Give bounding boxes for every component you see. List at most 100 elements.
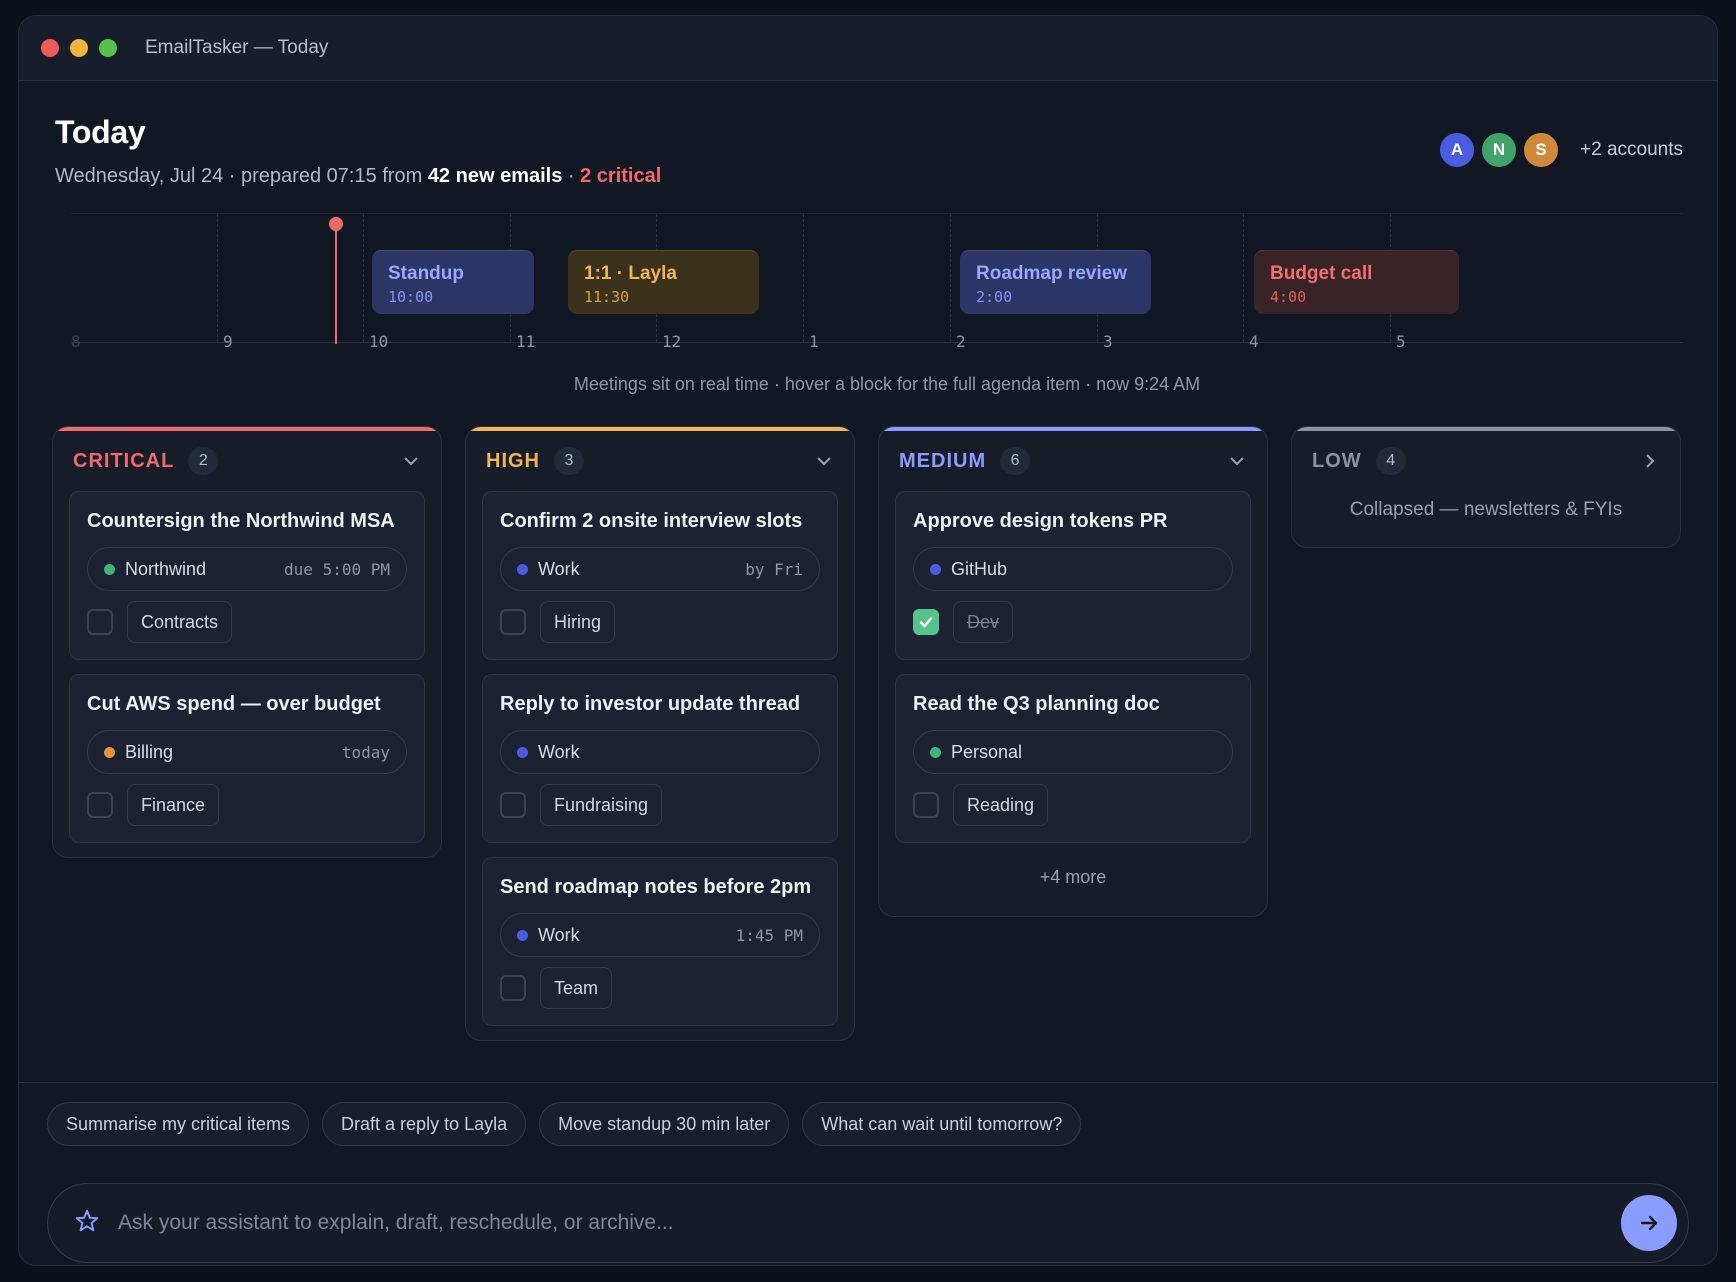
column-header[interactable]: CRITICAL 2 xyxy=(53,431,441,491)
meeting-time: 11:30 xyxy=(584,288,630,306)
subtitle-separator: · xyxy=(562,165,581,187)
task-checkbox[interactable] xyxy=(913,609,939,635)
accounts: A N S +2 accounts xyxy=(1434,131,1683,169)
window-title: EmailTasker — Today xyxy=(145,37,329,58)
source-dot xyxy=(930,746,941,758)
due-label: due 5:00 PM xyxy=(284,559,390,579)
task-checkbox[interactable] xyxy=(500,792,526,818)
meeting-time: 10:00 xyxy=(388,288,434,306)
page-header: Today Wednesday, Jul 24 · prepared 07:15… xyxy=(55,114,661,188)
task-title: Confirm 2 onsite interview slots xyxy=(500,510,803,532)
task-checkbox[interactable] xyxy=(87,792,113,818)
task-footer: Hiring xyxy=(500,601,820,643)
meeting-block[interactable]: 1:1 · Layla 11:30 xyxy=(568,250,759,314)
due-label: 1:45 PM xyxy=(735,925,803,945)
page-title: Today xyxy=(55,114,146,150)
chevron-down-icon[interactable] xyxy=(814,451,834,471)
subtitle-date: Wednesday, Jul 24 · prepared 07:15 from xyxy=(55,165,428,187)
source-pill[interactable]: Personal xyxy=(913,730,1233,774)
task-title: Cut AWS spend — over budget xyxy=(87,693,381,715)
category-tag[interactable]: Dev xyxy=(953,601,1014,643)
meeting-time: 4:00 xyxy=(1270,288,1307,306)
meeting-block[interactable]: Roadmap review 2:00 xyxy=(960,250,1151,314)
task-card[interactable]: Approve design tokens PR GitHub Dev xyxy=(895,491,1251,660)
category-tag[interactable]: Finance xyxy=(127,784,220,826)
source-pill[interactable]: GitHub xyxy=(913,547,1233,591)
hour-label: 4 xyxy=(1249,332,1259,351)
category-tag[interactable]: Hiring xyxy=(540,601,616,643)
due-label: by Fri xyxy=(745,559,803,579)
suggestion-chip[interactable]: Summarise my critical items xyxy=(47,1102,310,1146)
column-header[interactable]: MEDIUM 6 xyxy=(879,431,1267,491)
suggestion-chip[interactable]: Move standup 30 min later xyxy=(539,1102,790,1146)
source-label: Northwind xyxy=(125,558,207,579)
task-checkbox[interactable] xyxy=(500,975,526,1001)
column-count: 6 xyxy=(1000,447,1031,475)
task-card[interactable]: Confirm 2 onsite interview slots Work by F… xyxy=(482,491,838,660)
task-title: Countersign the Northwind MSA xyxy=(87,510,395,532)
hour-label: 12 xyxy=(662,332,682,351)
task-footer: Fundraising xyxy=(500,784,820,826)
hour-gridline xyxy=(803,214,804,342)
task-card[interactable]: Countersign the Northwind MSA Northwind du… xyxy=(69,491,425,660)
task-checkbox[interactable] xyxy=(87,609,113,635)
maximize-window-button[interactable] xyxy=(99,39,117,57)
chevron-down-icon[interactable] xyxy=(401,451,421,471)
task-checkbox[interactable] xyxy=(913,792,939,818)
meeting-name: Standup xyxy=(388,263,464,284)
hour-label: 5 xyxy=(1396,332,1406,351)
meeting-block[interactable]: Standup 10:00 xyxy=(372,250,534,314)
send-button[interactable] xyxy=(1621,1195,1677,1251)
source-label: Work xyxy=(538,558,580,579)
column-medium: MEDIUM 6 Approve design tokens PR GitHub D… xyxy=(878,426,1268,917)
task-card[interactable]: Send roadmap notes before 2pm Work 1:45 PM… xyxy=(482,857,838,1026)
source-dot xyxy=(104,563,115,575)
category-tag[interactable]: Fundraising xyxy=(540,784,663,826)
meeting-block[interactable]: Budget call 4:00 xyxy=(1254,250,1459,314)
task-card[interactable]: Reply to investor update thread Work Fundr… xyxy=(482,674,838,843)
suggestion-chip[interactable]: What can wait until tomorrow? xyxy=(802,1102,1082,1146)
source-pill[interactable]: Work xyxy=(500,730,820,774)
source-pill[interactable]: Work 1:45 PM xyxy=(500,913,820,957)
hour-label: 9 xyxy=(223,332,233,351)
hour-label: 11 xyxy=(516,332,536,351)
now-indicator xyxy=(335,222,337,344)
category-tag[interactable]: Contracts xyxy=(127,601,233,643)
task-title: Approve design tokens PR xyxy=(913,510,1168,532)
task-checkbox[interactable] xyxy=(500,609,526,635)
column-high: HIGH 3 Confirm 2 onsite interview slots W… xyxy=(465,426,855,1041)
close-window-button[interactable] xyxy=(41,39,59,57)
hour-label: 10 xyxy=(369,332,389,351)
task-card[interactable]: Read the Q3 planning doc Personal Reading xyxy=(895,674,1251,843)
chevron-down-icon[interactable] xyxy=(1227,451,1247,471)
category-tag[interactable]: Reading xyxy=(953,784,1049,826)
chevron-right-icon[interactable] xyxy=(1640,451,1660,471)
hour-gridline xyxy=(217,214,218,342)
column-header[interactable]: LOW 4 xyxy=(1292,431,1680,491)
hour-label: 1 xyxy=(809,332,819,351)
avatar[interactable]: S xyxy=(1522,131,1560,169)
task-footer: Finance xyxy=(87,784,407,826)
source-pill[interactable]: Northwind due 5:00 PM xyxy=(87,547,407,591)
source-label: Work xyxy=(538,924,580,945)
column-count: 4 xyxy=(1375,447,1406,475)
sparkle-icon xyxy=(74,1208,100,1239)
assistant-input[interactable] xyxy=(118,1211,1621,1235)
more-accounts-link[interactable]: +2 accounts xyxy=(1580,139,1683,161)
critical-count: 2 critical xyxy=(580,165,662,187)
suggestion-chip[interactable]: Draft a reply to Layla xyxy=(322,1102,527,1146)
minimize-window-button[interactable] xyxy=(70,39,88,57)
category-tag[interactable]: Team xyxy=(540,967,613,1009)
task-card[interactable]: Cut AWS spend — over budget Billing today F… xyxy=(69,674,425,843)
show-more-link[interactable]: +4 more xyxy=(879,857,1267,916)
task-title: Read the Q3 planning doc xyxy=(913,693,1160,715)
source-pill[interactable]: Work by Fri xyxy=(500,547,820,591)
source-label: Work xyxy=(538,741,580,762)
meeting-time: 2:00 xyxy=(976,288,1013,306)
source-dot xyxy=(517,563,528,575)
avatar[interactable]: N xyxy=(1480,131,1518,169)
hour-label: 2 xyxy=(956,332,966,351)
column-header[interactable]: HIGH 3 xyxy=(466,431,854,491)
avatar[interactable]: A xyxy=(1438,131,1476,169)
source-pill[interactable]: Billing today xyxy=(87,730,407,774)
